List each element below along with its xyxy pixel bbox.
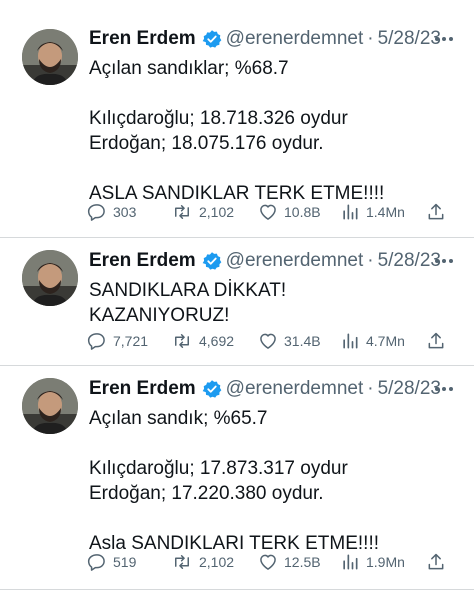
tweet-text: Açılan sandık; %65.7 Kılıçdaroğlu; 17.87…	[89, 408, 380, 554]
like-button[interactable]: 31.4B	[258, 331, 321, 351]
share-icon	[428, 332, 444, 349]
share-icon	[428, 553, 444, 570]
avatar[interactable]	[22, 29, 78, 85]
tweet[interactable]: Eren Erdem @erenerdemnet · 5/28/23 Açıla…	[0, 366, 474, 590]
retweet-icon	[175, 205, 189, 219]
views-chart-icon	[343, 333, 358, 349]
heart-icon	[260, 333, 276, 349]
separator-dot: ·	[367, 28, 374, 49]
author-name[interactable]: Eren Erdem	[89, 378, 196, 400]
retweet-button[interactable]: 2,102	[171, 202, 234, 222]
retweet-count: 2,102	[199, 204, 235, 220]
separator-dot: ·	[367, 378, 374, 399]
views-button[interactable]: 1.4Mn	[340, 202, 405, 222]
more-options-icon[interactable]	[434, 246, 454, 276]
views-count: 4.7Mn	[366, 333, 405, 349]
reply-count: 303	[113, 204, 137, 220]
views-count: 1.4Mn	[366, 204, 405, 220]
verified-badge-icon	[202, 251, 222, 271]
author-name[interactable]: Eren Erdem	[89, 28, 196, 50]
verified-badge-icon	[202, 29, 222, 49]
views-chart-icon	[343, 554, 358, 570]
like-button[interactable]: 12.5B	[258, 552, 321, 572]
author-handle[interactable]: @erenerdemnet	[226, 28, 364, 50]
verified-badge-icon	[202, 379, 222, 399]
share-button[interactable]	[426, 552, 452, 572]
tweet-text: SANDIKLARA DİKKAT! KAZANIYORUZ!	[89, 280, 287, 326]
retweet-count: 4,692	[199, 333, 235, 349]
heart-icon	[260, 554, 276, 570]
views-button[interactable]: 1.9Mn	[340, 552, 405, 572]
share-icon	[428, 203, 444, 220]
tweet-text: Açılan sandıklar; %68.7 Kılıçdaroğlu; 18…	[89, 58, 385, 204]
author-handle[interactable]: @erenerdemnet	[226, 250, 364, 272]
like-button[interactable]: 10.8B	[258, 202, 321, 222]
retweet-button[interactable]: 2,102	[171, 552, 234, 572]
reply-count: 7,721	[113, 333, 149, 349]
like-count: 31.4B	[284, 333, 321, 349]
views-button[interactable]: 4.7Mn	[340, 331, 405, 351]
reply-icon	[87, 204, 105, 221]
reply-icon	[87, 333, 105, 350]
tweet-date[interactable]: 5/28/23	[378, 378, 441, 400]
retweet-count: 2,102	[199, 554, 235, 570]
reply-icon	[87, 554, 105, 571]
reply-count: 519	[113, 554, 137, 570]
author-handle[interactable]: @erenerdemnet	[226, 378, 364, 400]
like-count: 10.8B	[284, 204, 321, 220]
author-name[interactable]: Eren Erdem	[89, 250, 196, 272]
action-bar: 7,721 4,692 31.4B 4.7Mn	[87, 329, 452, 353]
avatar[interactable]	[22, 250, 78, 306]
action-bar: 303 2,102 10.8B 1.4Mn	[87, 200, 452, 224]
more-options-icon[interactable]	[434, 24, 454, 54]
views-count: 1.9Mn	[366, 554, 405, 570]
retweet-icon	[175, 334, 189, 348]
tweet-date[interactable]: 5/28/23	[378, 250, 441, 272]
heart-icon	[260, 204, 276, 220]
more-options-icon[interactable]	[434, 374, 454, 404]
views-chart-icon	[343, 204, 358, 220]
tweet[interactable]: Eren Erdem @erenerdemnet · 5/28/23 Açıla…	[0, 0, 474, 238]
reply-button[interactable]: 519	[87, 552, 136, 572]
tweet-date[interactable]: 5/28/23	[378, 28, 441, 50]
share-button[interactable]	[426, 202, 452, 222]
retweet-button[interactable]: 4,692	[171, 331, 234, 351]
tweet[interactable]: Eren Erdem @erenerdemnet · 5/28/23 SANDI…	[0, 238, 474, 366]
action-bar: 519 2,102 12.5B 1.9Mn	[87, 550, 452, 574]
like-count: 12.5B	[284, 554, 321, 570]
reply-button[interactable]: 303	[87, 202, 136, 222]
avatar[interactable]	[22, 378, 78, 434]
retweet-icon	[175, 555, 189, 569]
reply-button[interactable]: 7,721	[87, 331, 148, 351]
separator-dot: ·	[367, 250, 374, 271]
share-button[interactable]	[426, 331, 452, 351]
